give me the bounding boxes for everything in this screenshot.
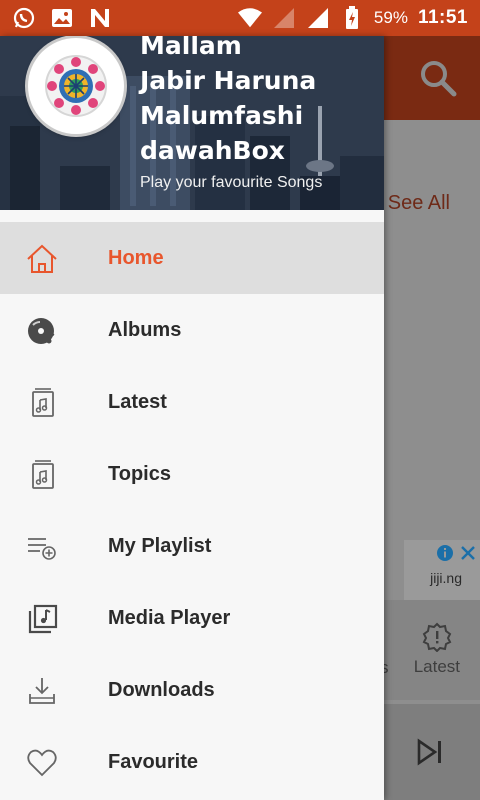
menu-item-latest[interactable]: Latest <box>0 366 384 438</box>
header-title-line: dawahBox <box>140 136 285 165</box>
wifi-icon <box>237 6 262 30</box>
menu-item-label: Downloads <box>108 678 215 701</box>
menu-item-my-playlist[interactable]: My Playlist <box>0 510 384 582</box>
clock: 11:51 <box>417 7 468 28</box>
menu-item-label: Favourite <box>108 750 199 773</box>
search-icon <box>418 58 458 103</box>
menu-item-favourite[interactable]: Favourite <box>0 726 384 798</box>
ad-text: jiji.ng <box>430 570 462 586</box>
download-icon <box>26 676 58 706</box>
app-logo <box>28 38 124 134</box>
playlist-add-icon <box>26 532 58 562</box>
signal-icon <box>306 6 330 30</box>
navigation-drawer: Mallam Jabir Haruna Malumfashi dawahBox … <box>0 36 384 800</box>
header-title: Mallam Jabir Haruna Malumfashi dawahBox <box>140 36 380 168</box>
menu-item-label: Albums <box>108 318 182 341</box>
album-disc-icon <box>26 316 58 346</box>
header-title-line: Jabir Haruna <box>140 66 317 95</box>
battery-icon <box>340 6 364 30</box>
music-file-icon <box>26 460 58 490</box>
heart-icon <box>26 748 58 778</box>
status-bar: 59% 11:51 <box>0 0 480 36</box>
whatsapp-icon <box>12 6 36 30</box>
signal-empty-icon <box>272 6 296 30</box>
info-icon <box>436 544 454 567</box>
close-icon <box>460 545 476 566</box>
menu-item-albums[interactable]: Albums <box>0 294 384 366</box>
header-title-line: Mallam <box>140 36 242 60</box>
tab-latest: Latest <box>414 622 460 677</box>
menu-item-topics[interactable]: Topics <box>0 438 384 510</box>
music-library-icon <box>26 604 58 634</box>
menu-item-media-player[interactable]: Media Player <box>0 582 384 654</box>
header-subtitle: Play your favourite Songs <box>140 174 323 191</box>
menu-item-home[interactable]: Home <box>0 222 384 294</box>
music-file-icon <box>26 388 58 418</box>
header-title-line: Malumfashi <box>140 101 304 130</box>
skip-next-icon <box>416 738 446 771</box>
menu-item-label: Latest <box>108 390 167 413</box>
ad-banner: jiji.ng <box>404 540 480 604</box>
settings-gear-icon <box>422 622 452 657</box>
menu-item-label: My Playlist <box>108 534 212 557</box>
home-icon <box>26 244 58 274</box>
battery-percent: 59% <box>373 8 408 27</box>
tab-latest-label: Latest <box>413 657 460 676</box>
gallery-icon <box>50 6 74 30</box>
n-app-icon <box>88 6 112 30</box>
drawer-menu: Home Albums Latest Topics My Playlist Me… <box>0 222 384 798</box>
menu-item-label: Topics <box>108 462 171 485</box>
drawer-header: Mallam Jabir Haruna Malumfashi dawahBox … <box>0 36 384 210</box>
menu-item-label: Home <box>108 246 164 269</box>
menu-item-label: Media Player <box>108 606 231 629</box>
see-all-link: See All <box>387 192 450 214</box>
menu-item-downloads[interactable]: Downloads <box>0 654 384 726</box>
